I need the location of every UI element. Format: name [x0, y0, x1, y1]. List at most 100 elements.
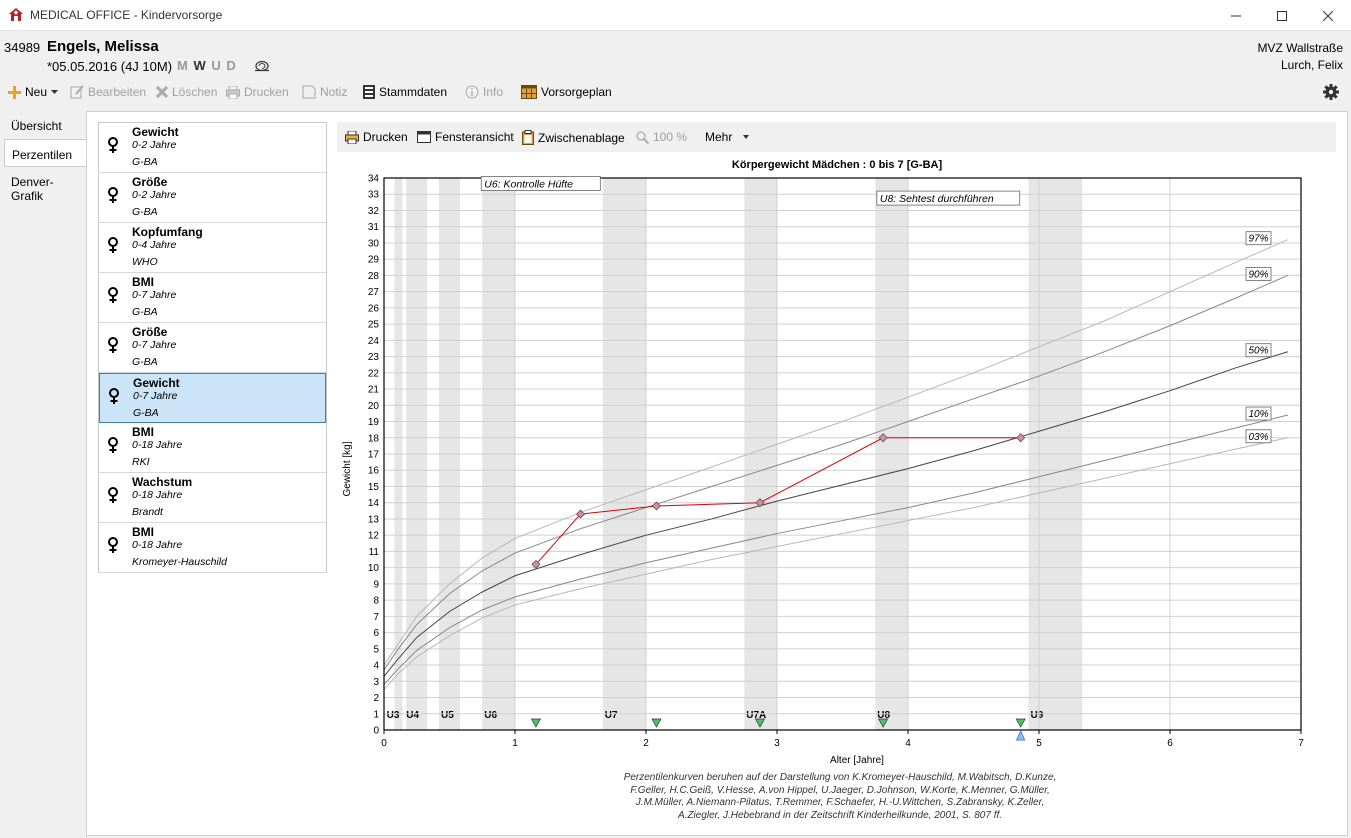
y-tick-label: 31 — [368, 222, 380, 233]
info-button[interactable]: Info — [465, 85, 503, 99]
edit-button[interactable]: Bearbeiten — [70, 85, 146, 99]
maximize-button[interactable] — [1259, 0, 1305, 31]
list-item-range: 0-4 Jahre — [132, 239, 177, 251]
percentile-chart: Körpergewicht Mädchen : 0 bis 7 [G-BA] G… — [342, 159, 1304, 766]
exam-band-label: U9 — [1031, 710, 1044, 721]
tab-percentiles[interactable]: Perzentilen — [4, 139, 87, 167]
x-tick-label: 1 — [512, 738, 518, 749]
clipboard-button[interactable]: Zwischenablage — [522, 130, 625, 145]
list-item-title: BMI — [132, 275, 154, 289]
close-icon — [1323, 10, 1333, 21]
percentile-curve — [383, 274, 1289, 671]
calendar-icon — [521, 85, 537, 99]
y-tick-label: 0 — [373, 726, 379, 737]
chart-note: U8: Sehtest durchführen — [880, 193, 994, 205]
list-item-title: BMI — [132, 425, 154, 439]
list-item[interactable]: BMI 0-7 Jahre G-BA — [99, 273, 326, 323]
y-tick-label: 13 — [368, 514, 380, 525]
exam-marker — [530, 718, 542, 728]
flag-w[interactable]: W — [193, 58, 206, 73]
new-button[interactable]: Neu — [8, 85, 59, 99]
percentile-label: 03% — [1248, 432, 1268, 443]
tab-overview[interactable]: Übersicht — [4, 111, 86, 139]
female-icon — [108, 287, 118, 303]
list-item[interactable]: Kopfumfang 0-4 Jahre WHO — [99, 223, 326, 273]
patient-name: Engels, Melissa — [47, 38, 159, 55]
chart-print-button[interactable]: Drucken — [345, 130, 408, 144]
minimize-button[interactable] — [1213, 0, 1259, 31]
y-axis-label: Gewicht [kg] — [342, 441, 353, 496]
list-item-source: WHO — [132, 256, 158, 268]
female-icon — [108, 537, 118, 553]
list-item-range: 0-7 Jahre — [132, 289, 177, 301]
exam-band-label: U3 — [387, 710, 400, 721]
y-tick-label: 9 — [373, 579, 379, 590]
x-axis-label: Alter [Jahre] — [830, 755, 884, 766]
percentile-curve — [383, 351, 1289, 677]
chart-note: U6: Kontrolle Hüfte — [484, 178, 573, 190]
list-item-range: 0-18 Jahre — [132, 539, 183, 551]
x-tick-label: 5 — [1036, 738, 1042, 749]
x-tick-label: 2 — [643, 738, 649, 749]
list-item-source: G-BA — [132, 356, 158, 368]
y-tick-label: 6 — [373, 628, 379, 639]
list-item[interactable]: Größe 0-2 Jahre G-BA — [99, 173, 326, 223]
screening-plan-button[interactable]: Vorsorgeplan — [521, 85, 612, 99]
maximize-icon — [1277, 10, 1287, 21]
y-tick-label: 24 — [368, 336, 380, 347]
percentile-curve — [383, 437, 1289, 690]
exam-band-label: U6 — [484, 710, 497, 721]
chevron-down-icon — [51, 90, 59, 94]
flag-u[interactable]: U — [211, 58, 221, 73]
zoom-button[interactable]: 100 % — [636, 130, 687, 144]
flag-d[interactable]: D — [226, 58, 236, 73]
list-item[interactable]: Gewicht 0-2 Jahre G-BA — [99, 123, 326, 173]
magnifier-icon — [636, 130, 649, 144]
y-tick-label: 3 — [373, 677, 379, 688]
female-icon — [108, 337, 118, 353]
list-item-range: 0-18 Jahre — [132, 489, 183, 501]
list-item[interactable]: BMI 0-18 Jahre Kromeyer-Hauschild — [99, 523, 326, 573]
y-tick-label: 20 — [368, 401, 380, 412]
percentile-label: 97% — [1248, 234, 1268, 245]
list-item-title: BMI — [132, 525, 154, 539]
percentile-label: 50% — [1248, 346, 1268, 357]
list-item[interactable]: BMI 0-18 Jahre RKI — [99, 423, 326, 473]
snail-icon[interactable] — [254, 58, 270, 72]
more-button[interactable]: Mehr — [705, 130, 750, 144]
delete-button[interactable]: Löschen — [156, 85, 217, 99]
list-item-source: G-BA — [133, 407, 159, 419]
flag-m[interactable]: M — [177, 58, 189, 73]
minimize-icon — [1231, 15, 1241, 16]
patient-flags: M W U D — [177, 58, 237, 73]
master-data-button[interactable]: Stammdaten — [363, 85, 447, 99]
exam-band-label: U5 — [441, 710, 454, 721]
y-tick-label: 8 — [373, 596, 379, 607]
y-tick-label: 32 — [368, 206, 380, 217]
x-tick-label: 3 — [774, 738, 780, 749]
y-tick-label: 11 — [369, 547, 380, 558]
tab-denver-graph[interactable]: Denver-Grafik — [4, 167, 86, 203]
list-item-title: Gewicht — [132, 125, 179, 139]
y-tick-label: 2 — [373, 693, 379, 704]
list-item[interactable]: Größe 0-7 Jahre G-BA — [99, 323, 326, 373]
note-button[interactable]: Notiz — [302, 85, 347, 99]
print-button[interactable]: Drucken — [226, 85, 289, 99]
y-tick-label: 30 — [368, 238, 380, 249]
x-tick-label: 7 — [1298, 738, 1304, 749]
gear-icon[interactable] — [1323, 84, 1339, 100]
percentile-curve — [383, 414, 1289, 685]
percentile-curve — [383, 239, 1289, 666]
doctor-name: Lurch, Felix — [1280, 58, 1343, 72]
y-tick-label: 18 — [368, 433, 380, 444]
y-tick-label: 28 — [368, 271, 380, 282]
y-tick-label: 7 — [373, 612, 379, 623]
list-item[interactable]: Wachstum 0-18 Jahre Brandt — [99, 473, 326, 523]
list-item[interactable]: Gewicht 0-7 Jahre G-BA — [99, 373, 326, 423]
left-tabs: Übersicht Perzentilen Denver-Grafik — [4, 111, 87, 203]
patient-dob: *05.05.2016 (4J 10M) — [47, 59, 173, 74]
y-tick-label: 21 — [368, 385, 380, 396]
close-button[interactable] — [1305, 0, 1351, 31]
window-view-button[interactable]: Fensteransicht — [417, 130, 514, 144]
y-tick-label: 22 — [368, 368, 380, 379]
